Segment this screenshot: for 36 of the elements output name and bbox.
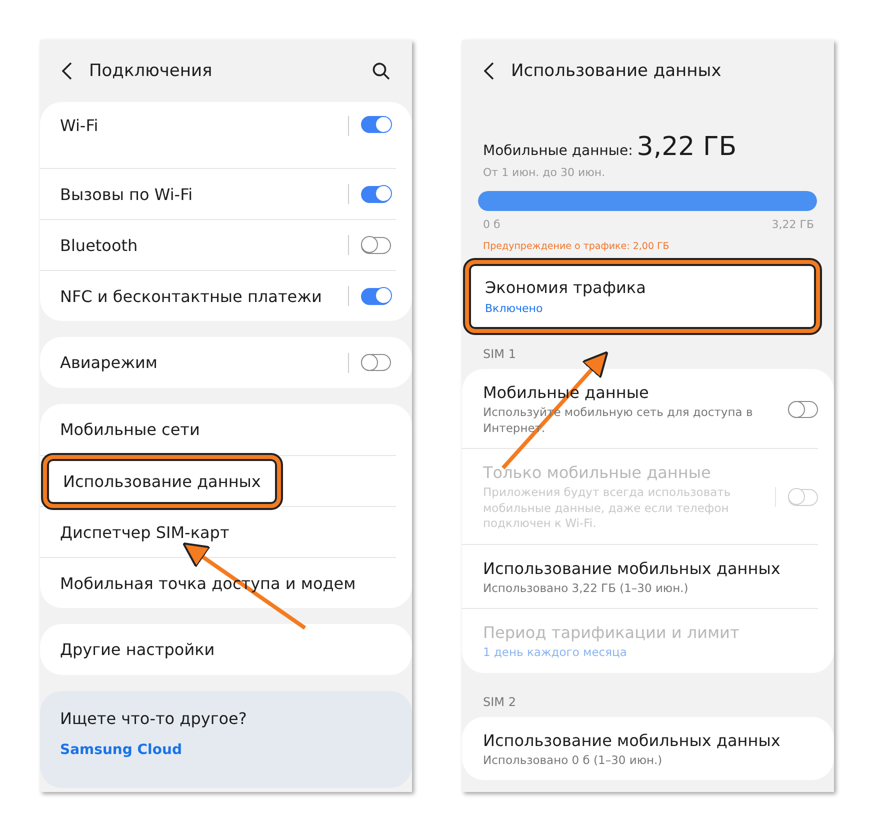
section-header: SIM 2 — [482, 694, 517, 711]
bar-max-label: 3,22 ГБ — [772, 218, 814, 231]
bar-min-label: 0 б — [483, 218, 500, 231]
usage-label: Мобильные данные: — [483, 143, 633, 159]
setting-item[interactable]: Wi-Fi — [60, 116, 348, 135]
section-header: SIM 1 — [482, 346, 517, 363]
screen-title: Использование данных — [511, 61, 722, 81]
setting-item[interactable]: Авиарежим — [60, 353, 348, 372]
toggle-switch[interactable] — [361, 354, 391, 371]
samsung-cloud-link[interactable]: Samsung Cloud — [60, 742, 392, 758]
search-icon[interactable] — [372, 62, 390, 80]
toggle-switch[interactable] — [788, 401, 818, 418]
setting-item[interactable]: NFC и бесконтактные платежи — [60, 286, 348, 306]
back-icon[interactable] — [484, 62, 494, 80]
data-saver-item[interactable]: Экономия трафика Включено — [465, 260, 820, 333]
setting-item[interactable]: Использование данных — [43, 454, 281, 508]
back-icon[interactable] — [62, 62, 72, 80]
toggle-switch[interactable] — [361, 186, 391, 202]
setting-item[interactable]: Другие настройки — [60, 640, 391, 659]
setting-title[interactable]: Использование мобильных данных — [483, 558, 818, 578]
toggle-switch[interactable] — [361, 236, 391, 254]
usage-period: От 1 июн. до 30 июн. — [483, 166, 606, 179]
suggestion-title: Ищете что-то другое? — [60, 709, 248, 728]
setting-item[interactable]: Мобильные сети — [60, 420, 391, 439]
screen-title: Подключения — [89, 61, 214, 81]
setting-description: Использовано 0 б (1–30 июн.) — [483, 752, 664, 768]
toggle-switch[interactable] — [361, 116, 391, 133]
setting-description: Использовано 3,22 ГБ (1–30 июн.) — [483, 580, 690, 596]
setting-description: 1 день каждого месяца — [483, 645, 628, 661]
toggle-switch[interactable] — [361, 288, 391, 304]
usage-amount: 3,22 ГБ — [636, 132, 737, 162]
setting-item[interactable]: Bluetooth — [60, 236, 348, 254]
setting-title[interactable]: Использование мобильных данных — [483, 730, 818, 750]
setting-item[interactable]: Диспетчер SIM-карт — [60, 522, 391, 542]
setting-item[interactable]: Вызовы по Wi-Fi — [60, 184, 348, 204]
traffic-warning: Предупреждение о трафике: 2,00 ГБ — [483, 241, 670, 252]
